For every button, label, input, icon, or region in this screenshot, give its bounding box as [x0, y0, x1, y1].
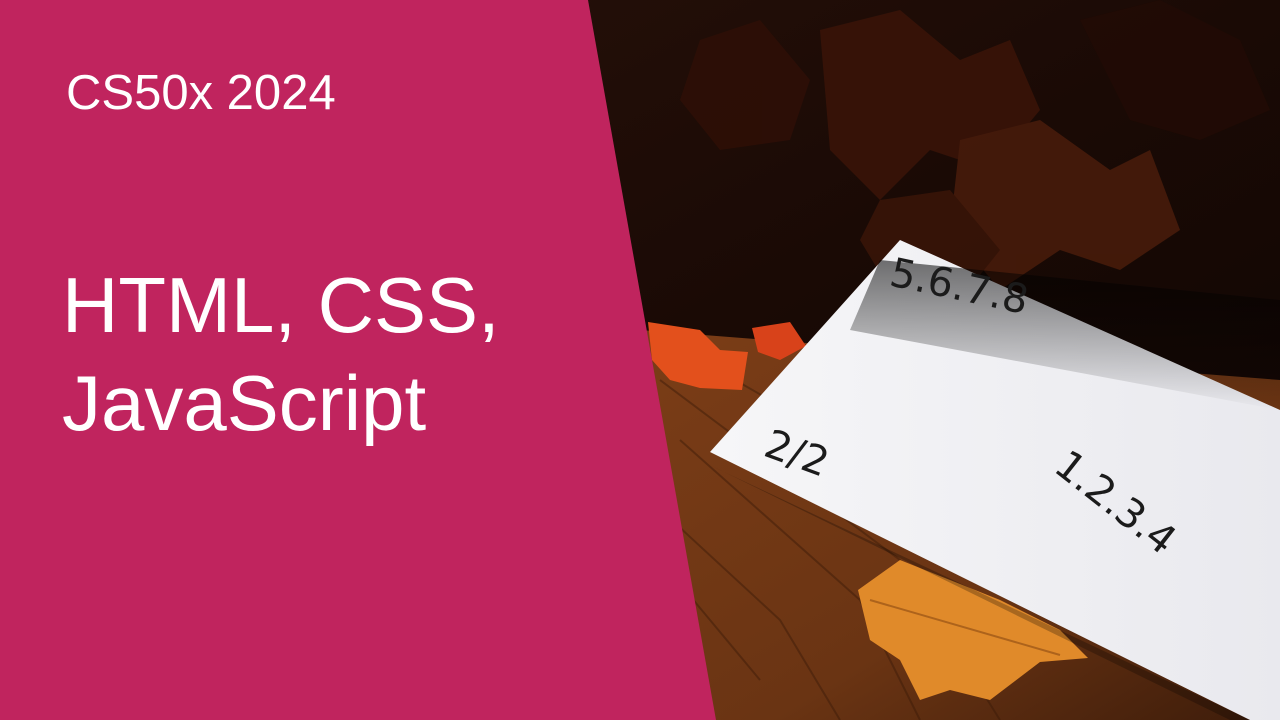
video-thumbnail: 5.6.7.8 2/2 1.2.3.4 CS50x 2024 HTML, CSS… [0, 0, 1280, 720]
course-label: CS50x 2024 [66, 66, 336, 120]
lecture-title-line-2: JavaScript [62, 359, 427, 447]
lecture-title-line-1: HTML, CSS, [62, 261, 500, 349]
lecture-title: HTML, CSS, JavaScript [62, 256, 662, 452]
